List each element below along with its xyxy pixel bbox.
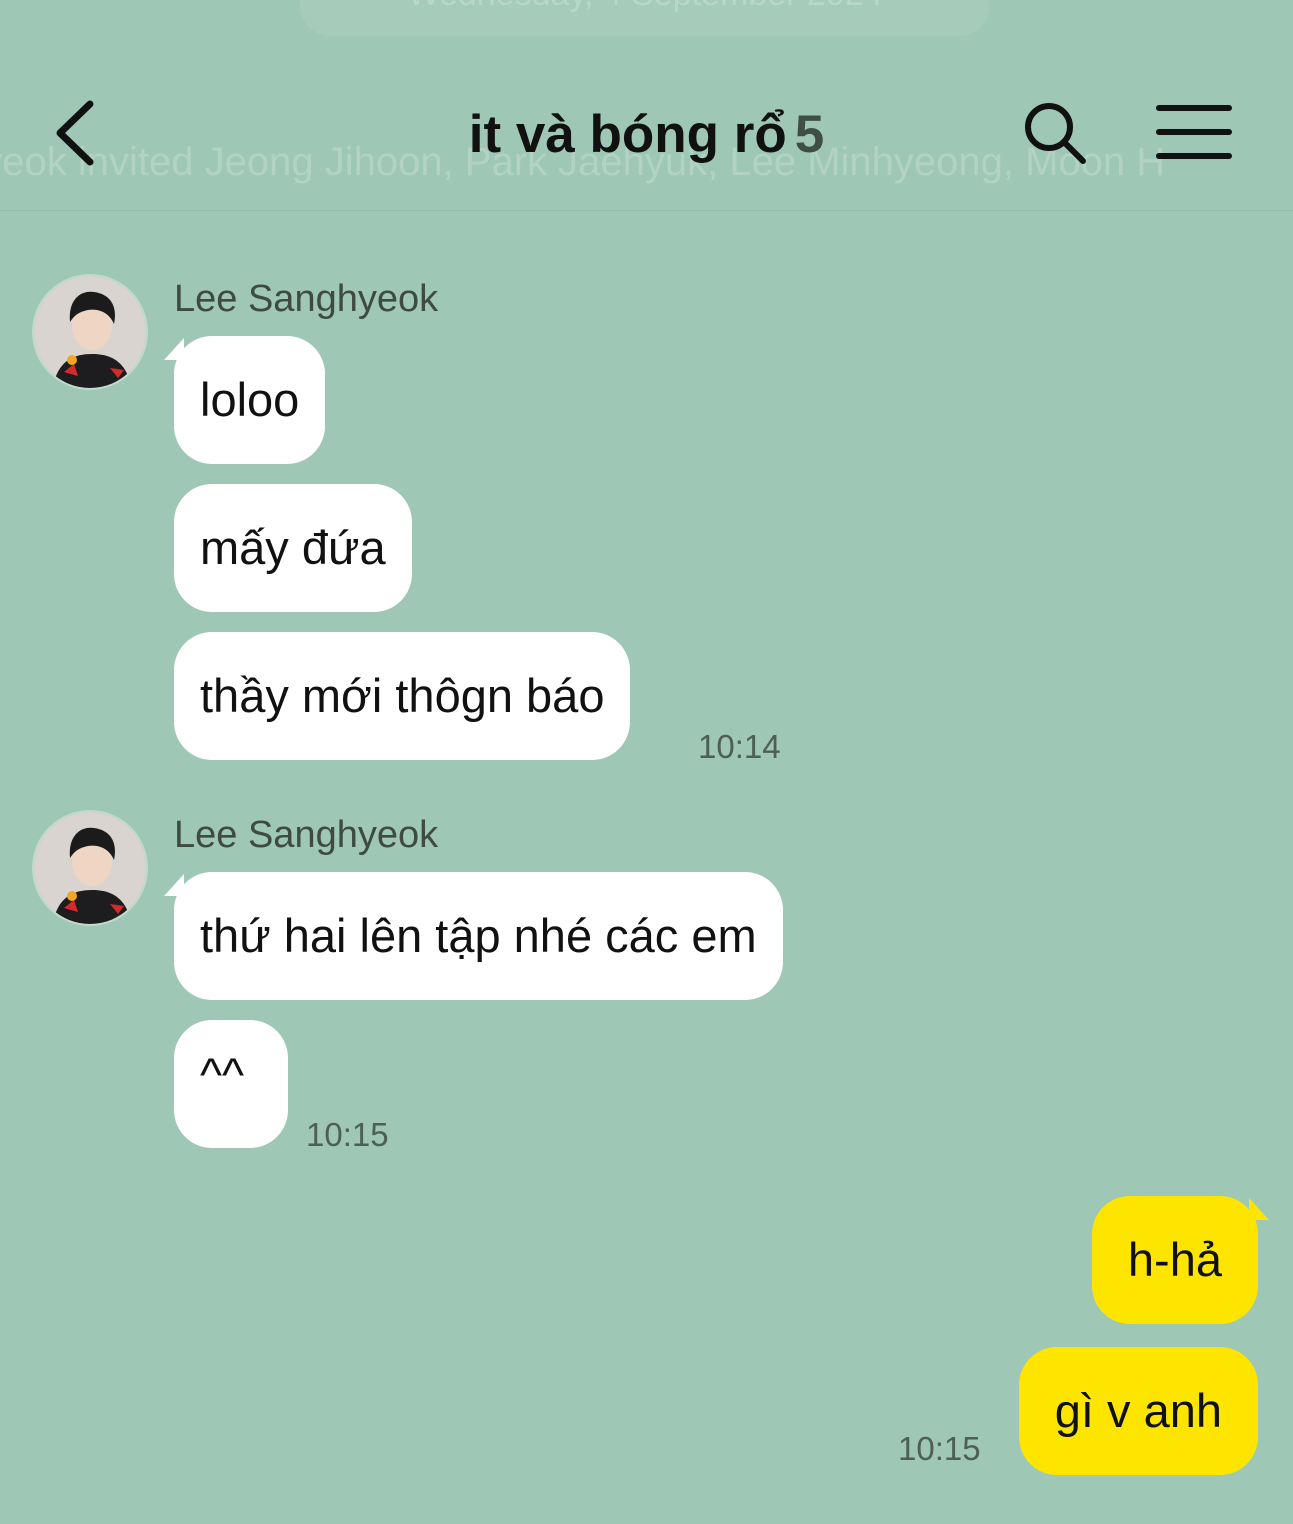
menu-button[interactable] (1156, 104, 1232, 160)
sender-name: Lee Sanghyeok (174, 278, 439, 320)
message-bubble[interactable]: gì v anh (1018, 1347, 1258, 1475)
message-bubble[interactable]: loloo (174, 336, 326, 464)
person-avatar-icon (34, 812, 146, 924)
back-button[interactable] (52, 98, 102, 168)
message-bubble[interactable]: h-hả (1091, 1196, 1258, 1324)
avatar[interactable] (32, 810, 148, 926)
member-count: 5 (794, 105, 825, 164)
search-button[interactable] (1022, 100, 1088, 166)
sender-name: Lee Sanghyeok (174, 814, 439, 856)
chat-header: hyeok invited Jeong Jihoon, Park Jaehyuk… (0, 0, 1293, 211)
message-timestamp: 10:15 (306, 1116, 389, 1153)
message-bubble[interactable]: mấy đứa (174, 484, 412, 612)
person-avatar-icon (34, 276, 146, 388)
message-bubble[interactable]: thầy mới thôgn báo (174, 632, 631, 760)
message-bubble[interactable]: thứ hai lên tập nhé các em (174, 872, 783, 1000)
message-timestamp: 10:14 (698, 728, 781, 765)
hamburger-menu-icon (1156, 105, 1232, 159)
chat-title: it và bóng rổ 5 (300, 103, 993, 167)
message-bubble[interactable]: ^^ (174, 1020, 288, 1148)
avatar[interactable] (32, 274, 148, 390)
chevron-left-icon (56, 100, 94, 166)
search-icon (1025, 103, 1086, 164)
chat-title-text: it và bóng rổ (468, 105, 787, 164)
message-timestamp: 10:15 (898, 1430, 981, 1467)
